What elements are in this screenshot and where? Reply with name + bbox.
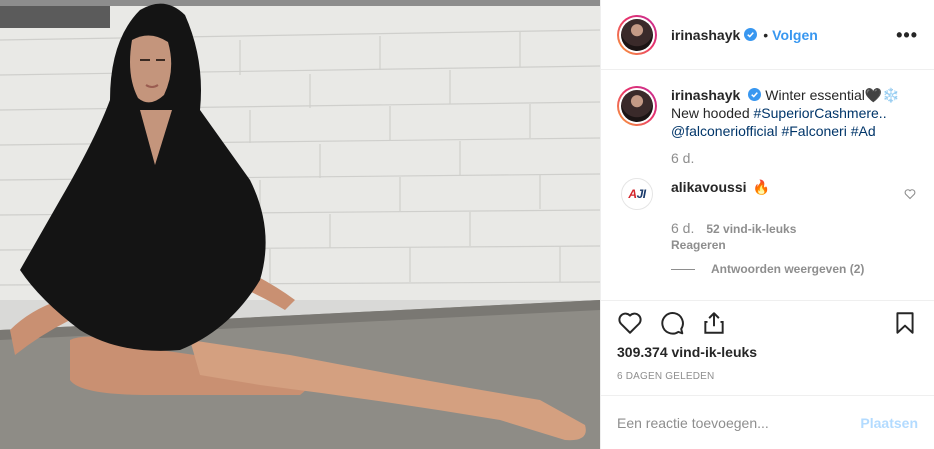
hashtag-link[interactable]: #Falconeri: [781, 123, 846, 139]
comments-section: irinashayk Winter essential🖤❄️ New hooded…: [601, 70, 934, 300]
author-avatar[interactable]: [617, 14, 657, 55]
caption-text: irinashayk Winter essential🖤❄️ New hooded…: [671, 86, 911, 140]
add-comment-form: Plaatsen: [601, 395, 934, 449]
more-options-icon[interactable]: •••: [896, 26, 918, 44]
post-sidebar: irinashayk • Volgen ••• irinashayk Winter…: [600, 0, 934, 449]
caption-avatar[interactable]: [617, 86, 657, 126]
bookmark-icon[interactable]: [892, 310, 918, 336]
comment-content: 🔥: [752, 179, 770, 195]
hashtag-link[interactable]: #Ad: [851, 123, 876, 139]
comment-input[interactable]: [617, 414, 861, 431]
post-dialog: irinashayk • Volgen ••• irinashayk Winter…: [0, 0, 934, 449]
view-replies-button[interactable]: Antwoorden weergeven (2): [671, 262, 918, 276]
comment-like-heart-icon[interactable]: [904, 188, 916, 200]
comment-likes[interactable]: 52 vind-ik-leuks: [706, 222, 796, 236]
post-header: irinashayk • Volgen •••: [601, 0, 934, 70]
post-comment-button[interactable]: Plaatsen: [860, 415, 918, 431]
caption-age[interactable]: 6 d.: [671, 150, 918, 166]
caption-text-start: Winter essential🖤❄️: [765, 87, 900, 103]
header-separator: •: [763, 26, 769, 43]
author-username[interactable]: irinashayk: [671, 27, 740, 43]
caption-avatar-image: [621, 90, 653, 122]
commenter-avatar-logo-a: A: [628, 187, 637, 201]
likes-count[interactable]: 309.374 vind-ik-leuks: [617, 344, 757, 360]
mention-link[interactable]: @falconeriofficial: [671, 123, 778, 139]
comment-icon[interactable]: [659, 310, 685, 336]
comment-meta: 6 d. 52 vind-ik-leuks: [671, 220, 918, 236]
follow-button[interactable]: Volgen: [772, 27, 818, 43]
caption-username[interactable]: irinashayk: [671, 87, 740, 103]
action-bar: [601, 300, 934, 344]
commenter-avatar-logo-b: JI: [636, 187, 647, 201]
post-photo-image: [0, 0, 600, 449]
commenter-username[interactable]: alikavoussi: [671, 179, 747, 195]
commenter-avatar[interactable]: AJI: [621, 178, 653, 210]
hashtag-link[interactable]: #SuperiorCashmere..: [754, 105, 887, 121]
verified-icon: [744, 28, 758, 41]
reply-button[interactable]: Reageren: [671, 238, 918, 252]
comment-text: alikavoussi 🔥: [671, 178, 770, 210]
caption: irinashayk Winter essential🖤❄️ New hooded…: [617, 86, 918, 140]
author-avatar-image: [621, 18, 653, 51]
post-date[interactable]: 6 DAGEN GELEDEN: [617, 371, 714, 382]
commenter-avatar-logo: AJI: [628, 187, 647, 201]
author-avatar-frame: [619, 16, 655, 53]
caption-avatar-frame: [619, 88, 655, 124]
comment-item: AJI alikavoussi 🔥: [617, 178, 918, 210]
comment-age[interactable]: 6 d.: [671, 220, 694, 236]
caption-line2: New hooded: [671, 105, 754, 121]
verified-icon: [748, 88, 762, 101]
post-photo[interactable]: [0, 0, 600, 449]
share-icon[interactable]: [701, 310, 727, 336]
view-replies-label: Antwoorden weergeven (2): [711, 262, 865, 276]
replies-divider: [671, 268, 695, 270]
heart-icon[interactable]: [617, 310, 643, 336]
